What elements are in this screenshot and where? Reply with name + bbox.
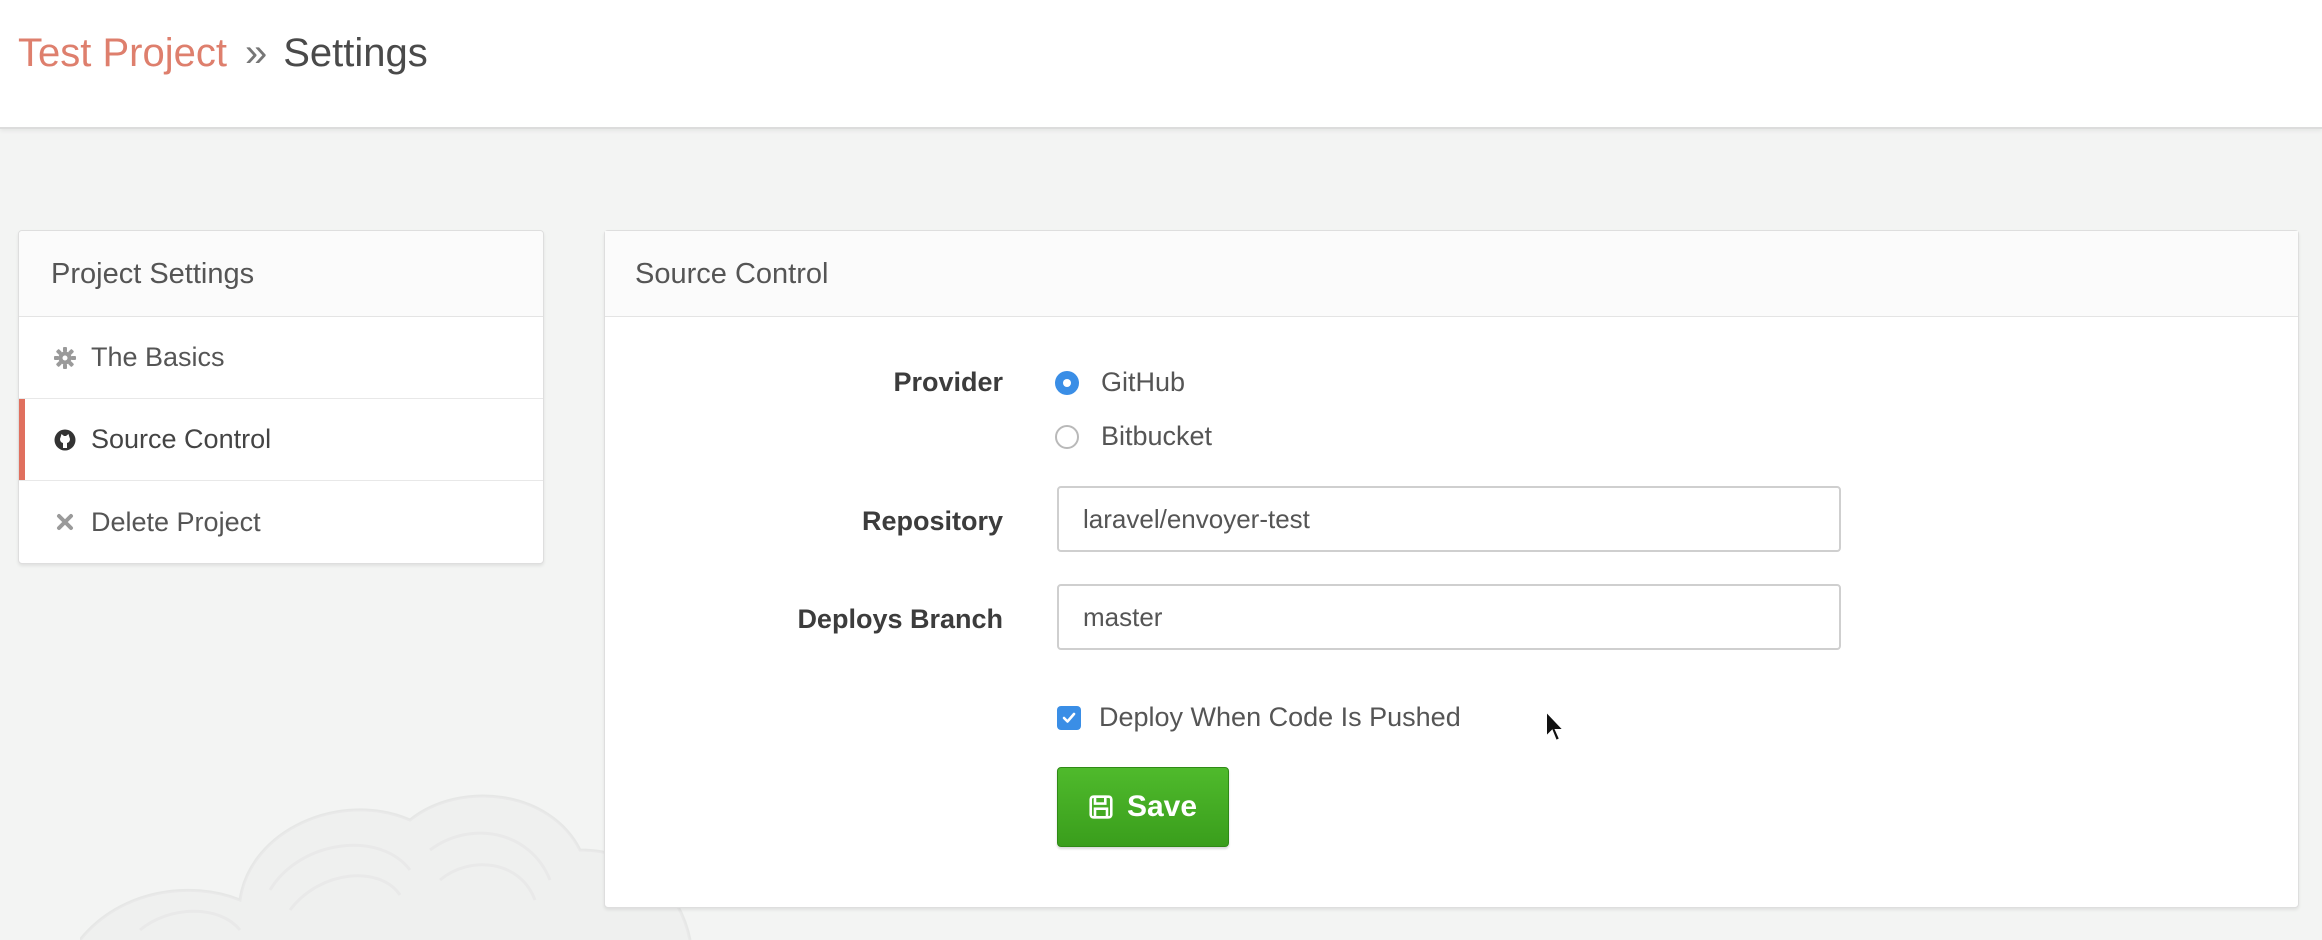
breadcrumb-separator: »	[244, 31, 268, 75]
github-icon	[53, 428, 77, 452]
deploys-branch-input[interactable]: master	[1057, 584, 1841, 650]
radio-button[interactable]	[1055, 424, 1079, 449]
sidebar-item-label: The Basics	[91, 342, 225, 372]
floppy-disk-icon	[1089, 795, 1113, 819]
mouse-cursor-icon	[1545, 709, 1567, 743]
sidebar-item-delete-project[interactable]: Delete Project	[19, 481, 543, 563]
provider-option-github[interactable]: GitHub	[1055, 367, 1185, 398]
breadcrumb-project-link[interactable]: Test Project	[18, 31, 227, 75]
breadcrumb-current: Settings	[283, 31, 428, 75]
project-settings-sidebar: Project Settings The Basics Source Contr…	[18, 230, 544, 564]
repository-input[interactable]: laravel/envoyer-test	[1057, 486, 1841, 552]
radio-label: GitHub	[1101, 367, 1186, 397]
gear-icon	[53, 346, 77, 370]
repository-label: Repository	[861, 506, 1003, 536]
provider-option-bitbucket[interactable]: Bitbucket	[1055, 421, 1212, 452]
checkbox-checked[interactable]	[1057, 705, 1081, 730]
radio-button-selected[interactable]	[1055, 370, 1079, 395]
deploys-branch-label: Deploys Branch	[797, 604, 1003, 634]
radio-label: Bitbucket	[1101, 421, 1213, 451]
close-icon	[53, 510, 77, 534]
checkbox-label: Deploy When Code Is Pushed	[1099, 702, 1461, 732]
source-control-panel: Source Control Provider GitHub Bitbucket…	[604, 230, 2299, 908]
sidebar-title: Project Settings	[19, 231, 543, 317]
provider-label: Provider	[893, 367, 1003, 397]
sidebar-item-label: Source Control	[91, 424, 272, 454]
deploy-on-push-checkbox[interactable]: Deploy When Code Is Pushed	[1057, 702, 1461, 733]
breadcrumb: Test Project » Settings	[18, 27, 428, 79]
save-button[interactable]: Save	[1057, 767, 1229, 847]
sidebar-item-label: Delete Project	[91, 506, 261, 537]
sidebar-item-source-control[interactable]: Source Control	[19, 399, 543, 481]
panel-title: Source Control	[605, 231, 2298, 317]
sidebar-item-the-basics[interactable]: The Basics	[19, 317, 543, 399]
top-header: Test Project » Settings	[0, 0, 2322, 129]
save-button-label: Save	[1126, 790, 1198, 823]
